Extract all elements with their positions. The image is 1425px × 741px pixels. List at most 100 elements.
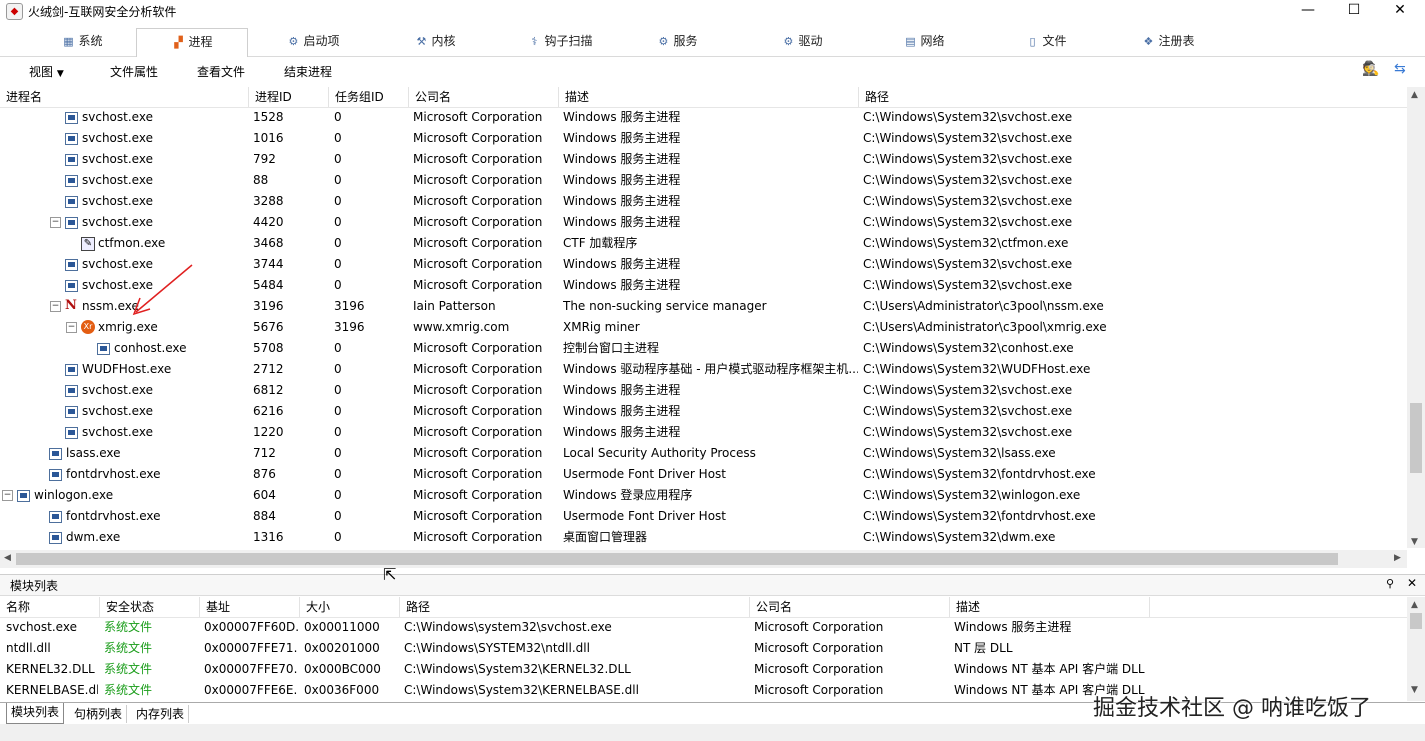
path-cell: C:\Windows\System32\fontdrvhost.exe <box>863 467 1096 481</box>
col-process-name[interactable]: 进程名 <box>0 87 249 107</box>
table-row[interactable]: dwm.exe 1316 0 Microsoft Corporation 桌面窗口管理器… <box>0 527 1407 548</box>
path-cell: C:\Windows\System32\svchost.exe <box>863 110 1073 124</box>
maximize-button[interactable]: ☐ <box>1331 0 1377 22</box>
nssm-n-icon: N <box>65 298 77 313</box>
module-path-cell: C:\Windows\SYSTEM32\ntdll.dll <box>404 641 590 655</box>
refresh-icon[interactable]: ⇆ <box>1394 61 1406 77</box>
scrollbar-thumb[interactable] <box>1410 613 1422 629</box>
col-module-name[interactable]: 名称 <box>0 597 100 617</box>
col-description[interactable]: 描述 <box>559 87 859 107</box>
window-app-icon <box>49 469 62 481</box>
table-row[interactable]: − svchost.exe 4420 0 Microsoft Corporation Wi… <box>0 212 1407 233</box>
col-module-path[interactable]: 路径 <box>400 597 750 617</box>
process-name-cell: conhost.exe <box>114 341 187 355</box>
table-row[interactable]: − Nnssm.exe 3196 3196 Iain Patterson The non-… <box>0 296 1407 317</box>
table-row[interactable]: svchost.exe 1528 0 Microsoft Corporation Win… <box>0 107 1407 128</box>
pid-cell: 1316 <box>253 530 284 544</box>
table-row[interactable]: svchost.exe 88 0 Microsoft Corporation Windo… <box>0 170 1407 191</box>
table-row[interactable]: svchost.exe 1016 0 Microsoft Corporation Win… <box>0 128 1407 149</box>
col-size[interactable]: 大小 <box>300 597 400 617</box>
process-vertical-scrollbar[interactable]: ▲ ▼ <box>1407 87 1425 548</box>
company-cell: Microsoft Corporation <box>413 509 543 523</box>
table-row[interactable]: fontdrvhost.exe 884 0 Microsoft Corporation… <box>0 506 1407 527</box>
table-row[interactable]: svchost.exe 1220 0 Microsoft Corporation Win… <box>0 422 1407 443</box>
tab-driver[interactable]: ⚙ 驱动 <box>747 26 857 55</box>
company-cell: Microsoft Corporation <box>413 110 543 124</box>
table-row[interactable]: svchost.exe 系统文件 0x00007FF60D... 0x00011000… <box>0 617 1407 638</box>
view-menu-button[interactable]: 视图 ▼ <box>29 63 64 80</box>
col-module-company[interactable]: 公司名 <box>750 597 950 617</box>
table-row[interactable]: svchost.exe 3744 0 Microsoft Corporation Win… <box>0 254 1407 275</box>
table-row[interactable]: − winlogon.exe 604 0 Microsoft Corporation Wi… <box>0 485 1407 506</box>
tab-handle-list[interactable]: 句柄列表 <box>70 705 128 723</box>
description-cell: 控制台窗口主进程 <box>563 341 660 355</box>
col-company[interactable]: 公司名 <box>409 87 559 107</box>
scroll-up-icon[interactable]: ▲ <box>1411 600 1418 610</box>
col-security-status[interactable]: 安全状态 <box>100 597 200 617</box>
task-group-id-cell: 0 <box>334 404 342 418</box>
process-name-cell: svchost.exe <box>82 425 153 439</box>
scroll-up-icon[interactable]: ▲ <box>1411 90 1418 100</box>
table-row[interactable]: fontdrvhost.exe 876 0 Microsoft Corporation… <box>0 464 1407 485</box>
end-process-button[interactable]: 结束进程 <box>284 63 332 80</box>
tab-system[interactable]: ▦ 系统 <box>27 26 137 55</box>
tree-collapse-icon[interactable]: − <box>50 217 61 228</box>
table-row[interactable]: svchost.exe 6812 0 Microsoft Corporation Win… <box>0 380 1407 401</box>
tree-collapse-icon[interactable]: − <box>2 490 13 501</box>
table-row[interactable]: svchost.exe 6216 0 Microsoft Corporation Win… <box>0 401 1407 422</box>
table-row[interactable]: ntdll.dll 系统文件 0x00007FFE71... 0x00201000 C:… <box>0 638 1407 659</box>
table-row[interactable]: conhost.exe 5708 0 Microsoft Corporation 控制台… <box>0 338 1407 359</box>
tab-service[interactable]: ⚙ 服务 <box>622 26 732 55</box>
tab-kernel[interactable]: ⚒ 内核 <box>380 26 490 55</box>
tab-registry[interactable]: ❖ 注册表 <box>1113 26 1223 55</box>
task-group-id-cell: 0 <box>334 488 342 502</box>
col-base-address[interactable]: 基址 <box>200 597 300 617</box>
task-group-id-cell: 0 <box>334 131 342 145</box>
table-row[interactable]: svchost.exe 5484 0 Microsoft Corporation Win… <box>0 275 1407 296</box>
tab-hook-scan[interactable]: ⚕ 钩子扫描 <box>505 26 615 55</box>
company-cell: Microsoft Corporation <box>413 194 543 208</box>
table-row[interactable]: KERNEL32.DLL 系统文件 0x00007FFE70... 0x000BC00… <box>0 659 1407 680</box>
tab-file[interactable]: ▯ 文件 <box>991 26 1101 55</box>
view-file-button[interactable]: 查看文件 <box>197 63 245 80</box>
tree-collapse-icon[interactable]: − <box>50 301 61 312</box>
col-path[interactable]: 路径 <box>859 87 1407 107</box>
tab-memory-list[interactable]: 内存列表 <box>132 705 190 723</box>
file-properties-button[interactable]: 文件属性 <box>110 63 158 80</box>
process-horizontal-scrollbar[interactable]: ◀ ▶ <box>0 550 1407 568</box>
tab-network[interactable]: ▤ 网络 <box>869 26 979 55</box>
close-panel-icon[interactable]: ✕ <box>1407 576 1417 590</box>
col-task-group-id[interactable]: 任务组ID <box>329 87 409 107</box>
scroll-left-icon[interactable]: ◀ <box>4 553 11 563</box>
table-row[interactable]: − Xr xmrig.exe 5676 3196 www.xmrig.com XMRig m… <box>0 317 1407 338</box>
tree-collapse-icon[interactable]: − <box>66 322 77 333</box>
spy-icon[interactable]: 🕵 <box>1362 61 1379 77</box>
scrollbar-thumb[interactable] <box>16 553 1338 565</box>
task-group-id-cell: 3196 <box>334 299 365 313</box>
table-row[interactable]: svchost.exe 3288 0 Microsoft Corporation Win… <box>0 191 1407 212</box>
col-pid[interactable]: 进程ID <box>249 87 329 107</box>
table-row[interactable]: svchost.exe 792 0 Microsoft Corporation Wind… <box>0 149 1407 170</box>
tab-startup[interactable]: ⚙ 启动项 <box>258 26 368 55</box>
tab-process[interactable]: ▞ 进程 <box>136 28 248 58</box>
description-cell: Windows 服务主进程 <box>563 152 681 166</box>
tab-module-list[interactable]: 模块列表 <box>6 703 65 724</box>
scroll-right-icon[interactable]: ▶ <box>1394 553 1401 563</box>
table-row[interactable]: lsass.exe 712 0 Microsoft Corporation Local … <box>0 443 1407 464</box>
process-name-cell: svchost.exe <box>82 131 153 145</box>
scrollbar-thumb[interactable] <box>1410 403 1422 473</box>
close-button[interactable]: ✕ <box>1377 0 1423 22</box>
task-group-id-cell: 0 <box>334 152 342 166</box>
pin-icon[interactable]: ⚲ <box>1386 577 1394 590</box>
scroll-down-icon[interactable]: ▼ <box>1411 685 1418 695</box>
module-vertical-scrollbar[interactable]: ▲ ▼ <box>1407 597 1425 701</box>
table-row[interactable]: ✎ ctfmon.exe 3468 0 Microsoft Corporation CTF… <box>0 233 1407 254</box>
path-cell: C:\Windows\System32\svchost.exe <box>863 215 1073 229</box>
scroll-down-icon[interactable]: ▼ <box>1411 537 1418 547</box>
path-cell: C:\Windows\System32\svchost.exe <box>863 257 1073 271</box>
minimize-button[interactable]: — <box>1285 0 1331 22</box>
company-cell: www.xmrig.com <box>413 320 510 334</box>
table-row[interactable]: WUDFHost.exe 2712 0 Microsoft Corporation Wi… <box>0 359 1407 380</box>
module-table-header: 名称 安全状态 基址 大小 路径 公司名 描述 <box>0 597 1407 618</box>
col-module-description[interactable]: 描述 <box>950 597 1150 617</box>
